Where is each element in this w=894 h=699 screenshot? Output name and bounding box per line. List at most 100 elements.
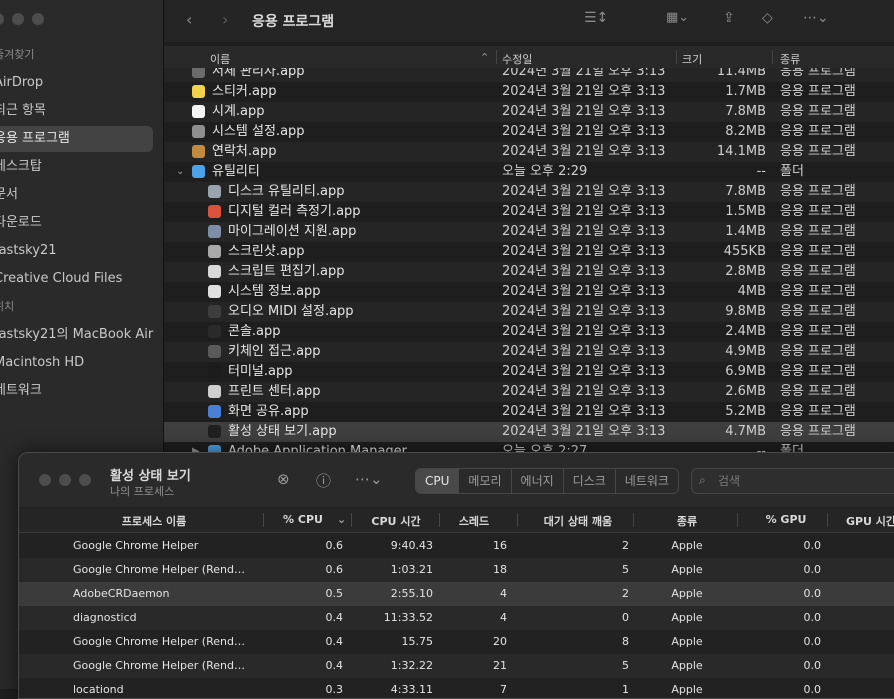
column-header-7[interactable]: GPU 시간 bbox=[831, 513, 894, 529]
sidebar-item-label: 네트워크 bbox=[0, 383, 42, 398]
column-date[interactable]: 수정일 bbox=[502, 51, 532, 67]
minimize-button[interactable] bbox=[59, 474, 71, 486]
sort-chevron-icon[interactable]: ⌃ bbox=[480, 51, 489, 64]
zoom-button[interactable] bbox=[79, 474, 91, 486]
file-name: 콘솔.app bbox=[228, 324, 281, 339]
file-date: 2024년 3월 21일 오후 3:13 bbox=[502, 284, 666, 299]
file-name: 연락처.app bbox=[212, 144, 277, 159]
forward-icon[interactable]: › bbox=[222, 10, 228, 29]
close-button[interactable] bbox=[39, 474, 51, 486]
back-icon[interactable]: ‹ bbox=[186, 10, 192, 29]
file-row[interactable]: 디스크 유틸리티.app 2024년 3월 21일 오후 3:13 7.8MB 응용 … bbox=[164, 182, 894, 202]
window-title: 응용 프로그램 bbox=[252, 14, 335, 30]
tab-2[interactable]: 에너지 bbox=[512, 469, 564, 493]
stop-process-icon[interactable]: ⊗ bbox=[277, 470, 290, 488]
file-row[interactable]: 프린트 센터.app 2024년 3월 21일 오후 3:13 2.6MB 응용 프로… bbox=[164, 382, 894, 402]
file-size: 1.7MB bbox=[725, 84, 766, 99]
window-subtitle[interactable]: 나의 프로세스 bbox=[110, 483, 174, 499]
column-header-5[interactable]: 종류 bbox=[641, 513, 733, 529]
sidebar-item[interactable]: 응용 프로그램 bbox=[0, 126, 153, 152]
file-row[interactable]: 활성 상태 보기.app 2024년 3월 21일 오후 3:13 4.7MB 응용 … bbox=[164, 422, 894, 442]
disclosure-closed-icon[interactable]: ▶ bbox=[192, 442, 200, 452]
sidebar-item[interactable]: Creative Cloud Files bbox=[0, 266, 163, 292]
search-input[interactable] bbox=[716, 471, 894, 491]
sidebar-item[interactable]: 최근 항목 bbox=[0, 98, 163, 124]
process-cell-6: 0.0 bbox=[803, 659, 822, 672]
disclosure-open-icon[interactable]: ⌄ bbox=[176, 162, 184, 182]
file-row[interactable]: 연락처.app 2024년 3월 21일 오후 3:13 14.1MB 응용 프로그램 bbox=[164, 142, 894, 162]
process-row[interactable]: Google Chrome Helper (Renderer) 0.4 1:32.2… bbox=[19, 654, 894, 678]
tab-0[interactable]: CPU bbox=[416, 469, 460, 493]
search-field[interactable]: ⌕ bbox=[691, 468, 894, 494]
zoom-button[interactable] bbox=[32, 13, 44, 25]
file-row[interactable]: 시스템 정보.app 2024년 3월 21일 오후 3:13 4MB 응용 프로그램 bbox=[164, 282, 894, 302]
more-icon[interactable]: ⋯⌄ bbox=[803, 10, 829, 26]
midi-icon bbox=[208, 305, 221, 318]
sort-descending-icon[interactable]: ⌄ bbox=[337, 513, 346, 526]
file-kind: 응용 프로그램 bbox=[780, 384, 856, 399]
column-size[interactable]: 크기 bbox=[682, 51, 702, 67]
sidebar-item[interactable]: 문서 bbox=[0, 182, 163, 208]
activity-monitor-toolbar: 활성 상태 보기 나의 프로세스 ⊗ ⓘ ⋯⌄ CPU 메모리 에너지 디스크 네트워크… bbox=[19, 453, 894, 507]
tab-1[interactable]: 메모리 bbox=[459, 469, 512, 493]
sidebar-item[interactable]: 네트워크 bbox=[0, 378, 163, 404]
file-row[interactable]: 화면 공유.app 2024년 3월 21일 오후 3:13 5.2MB 응용 프로그… bbox=[164, 402, 894, 422]
process-row[interactable]: diagnosticd 0.4 11:33.52 4 0 Apple 0.0 0.0 bbox=[19, 606, 894, 630]
process-row[interactable]: AdobeCRDaemon 0.5 2:55.10 4 2 Apple 0.0 0.0 bbox=[19, 582, 894, 606]
column-name[interactable]: 이름 bbox=[210, 51, 230, 67]
close-button[interactable] bbox=[0, 13, 4, 25]
process-cell-3: 4 bbox=[500, 587, 507, 600]
sidebar-item-label: 데스크탑 bbox=[0, 159, 42, 174]
process-row[interactable]: Google Chrome Helper (Renderer) 0.6 1:03.2… bbox=[19, 558, 894, 582]
minimize-button[interactable] bbox=[12, 13, 24, 25]
process-row[interactable]: Google Chrome Helper 0.6 9:40.43 16 2 Apple 0.… bbox=[19, 534, 894, 558]
tab-3[interactable]: 디스크 bbox=[564, 469, 616, 493]
file-size: 6.9MB bbox=[725, 364, 766, 379]
sidebar-item[interactable]: 다운로드 bbox=[0, 210, 163, 236]
file-name: 스크립트 편집기.app bbox=[228, 264, 345, 279]
file-row[interactable]: 터미널.app 2024년 3월 21일 오후 3:13 6.9MB 응용 프로그램 bbox=[164, 362, 894, 382]
process-cell-6: 0.0 bbox=[803, 611, 822, 624]
column-kind[interactable]: 종류 bbox=[780, 51, 800, 67]
folder-row[interactable]: ▶ Adobe Application Manager 오늘 오후 2:27 -- 폴더 bbox=[164, 442, 894, 452]
process-row[interactable]: Google Chrome Helper (Renderer) 0.4 15.75 2… bbox=[19, 630, 894, 654]
sidebar-item[interactable]: Macintosh HD bbox=[0, 350, 163, 376]
sidebar-item[interactable]: fastsky21 bbox=[0, 238, 163, 264]
file-row[interactable]: 스크립트 편집기.app 2024년 3월 21일 오후 3:13 2.8MB 응용 … bbox=[164, 262, 894, 282]
file-row[interactable]: 스크린샷.app 2024년 3월 21일 오후 3:13 455KB 응용 프로그램 bbox=[164, 242, 894, 262]
file-size: 7.8MB bbox=[725, 104, 766, 119]
sidebar-item[interactable]: 데스크탑 bbox=[0, 154, 163, 180]
file-row[interactable]: 시스템 설정.app 2024년 3월 21일 오후 3:13 8.2MB 응용 프로… bbox=[164, 122, 894, 142]
tab-4[interactable]: 네트워크 bbox=[616, 469, 678, 493]
info-icon[interactable]: ⓘ bbox=[316, 470, 331, 491]
sidebar-item-label: 응용 프로그램 bbox=[0, 131, 70, 146]
group-icon[interactable]: ▦⌄ bbox=[666, 10, 689, 25]
file-row[interactable]: 디지털 컬러 측정기.app 2024년 3월 21일 오후 3:13 1.5MB 응… bbox=[164, 202, 894, 222]
file-row[interactable]: 서체 관리자.app 2024년 3월 21일 오후 3:13 11.4MB 응용 프… bbox=[164, 68, 894, 82]
tag-icon[interactable]: ◇ bbox=[762, 10, 773, 26]
sidebar-item[interactable]: AirDrop bbox=[0, 70, 163, 96]
more-actions-icon[interactable]: ⋯⌄ bbox=[355, 470, 383, 488]
file-size: 455KB bbox=[723, 244, 766, 259]
column-header-3[interactable]: 스레드 bbox=[441, 513, 507, 529]
file-row[interactable]: 마이그레이션 지원.app 2024년 3월 21일 오후 3:13 1.4MB 응용… bbox=[164, 222, 894, 242]
process-cell-4: 5 bbox=[622, 563, 629, 576]
file-row[interactable]: 오디오 MIDI 설정.app 2024년 3월 21일 오후 3:13 9.8MB… bbox=[164, 302, 894, 322]
column-header-0[interactable]: 프로세스 이름 bbox=[59, 513, 249, 529]
column-header-4[interactable]: 대기 상태 깨움 bbox=[519, 513, 637, 529]
column-header-2[interactable]: CPU 시간 bbox=[359, 513, 433, 529]
column-header-1[interactable]: % CPU bbox=[263, 513, 343, 526]
file-size: 2.8MB bbox=[725, 264, 766, 279]
file-size: 1.4MB bbox=[725, 224, 766, 239]
column-header-6[interactable]: % GPU bbox=[751, 513, 821, 526]
file-row[interactable]: 시계.app 2024년 3월 21일 오후 3:13 7.8MB 응용 프로그램 bbox=[164, 102, 894, 122]
process-cell-6: 0.0 bbox=[803, 539, 822, 552]
file-row[interactable]: 콘솔.app 2024년 3월 21일 오후 3:13 2.4MB 응용 프로그램 bbox=[164, 322, 894, 342]
file-row[interactable]: 스티커.app 2024년 3월 21일 오후 3:13 1.7MB 응용 프로그램 bbox=[164, 82, 894, 102]
folder-row[interactable]: ⌄ 유틸리티 오늘 오후 2:29 -- 폴더 bbox=[164, 162, 894, 182]
file-date: 2024년 3월 21일 오후 3:13 bbox=[502, 124, 666, 139]
list-view-icon[interactable]: ☰↕ bbox=[584, 10, 608, 26]
file-row[interactable]: 키체인 접근.app 2024년 3월 21일 오후 3:13 4.9MB 응용 프로… bbox=[164, 342, 894, 362]
share-icon[interactable]: ⇪ bbox=[723, 10, 735, 26]
sidebar-item[interactable]: fastsky21의 MacBook Air bbox=[0, 322, 163, 348]
